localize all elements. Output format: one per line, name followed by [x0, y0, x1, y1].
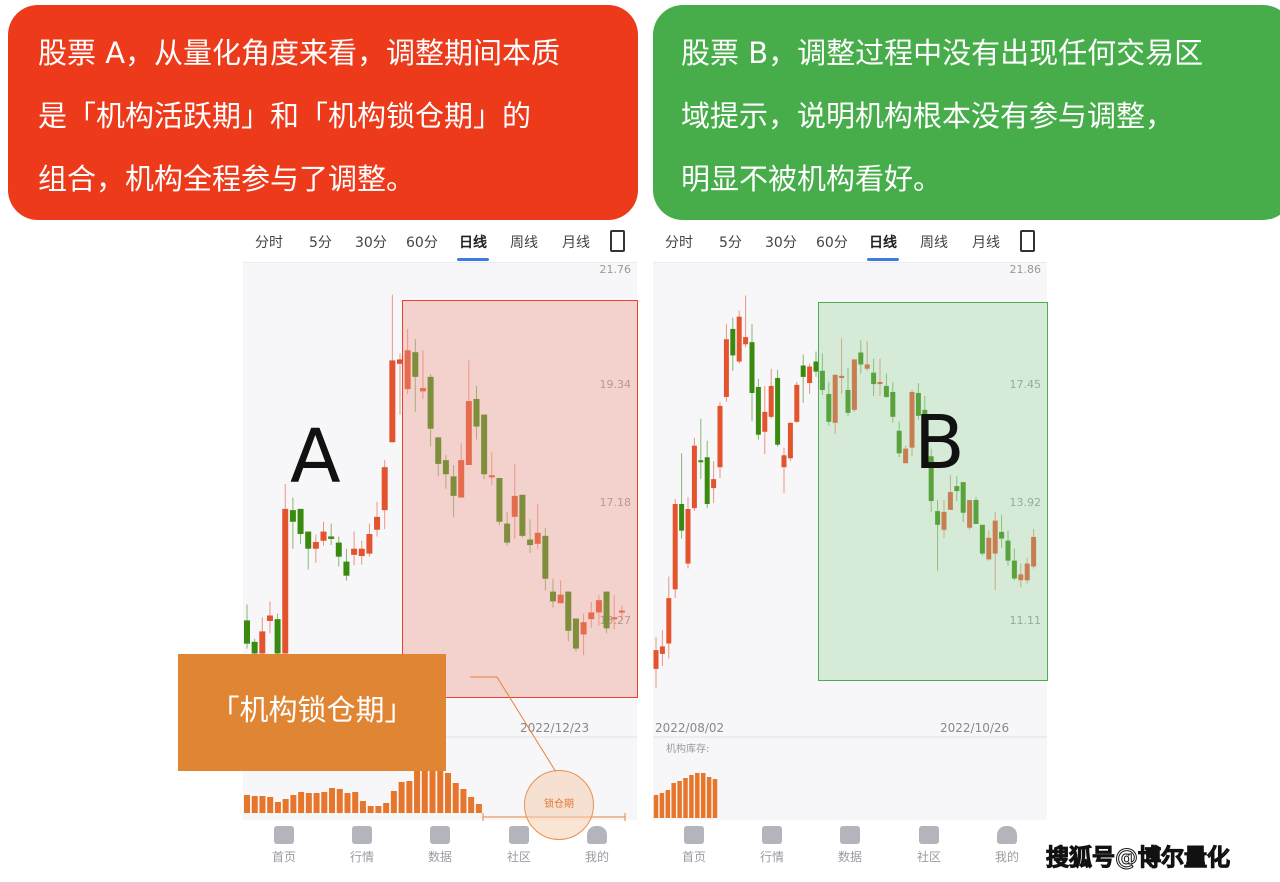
lock-period-callout: 「机构锁仓期」 — [178, 654, 446, 771]
lock-period-marker: 锁仓期 — [524, 770, 594, 840]
watermark: 搜狐号@博尔量化 — [1046, 845, 1231, 872]
connector-line — [470, 676, 557, 773]
